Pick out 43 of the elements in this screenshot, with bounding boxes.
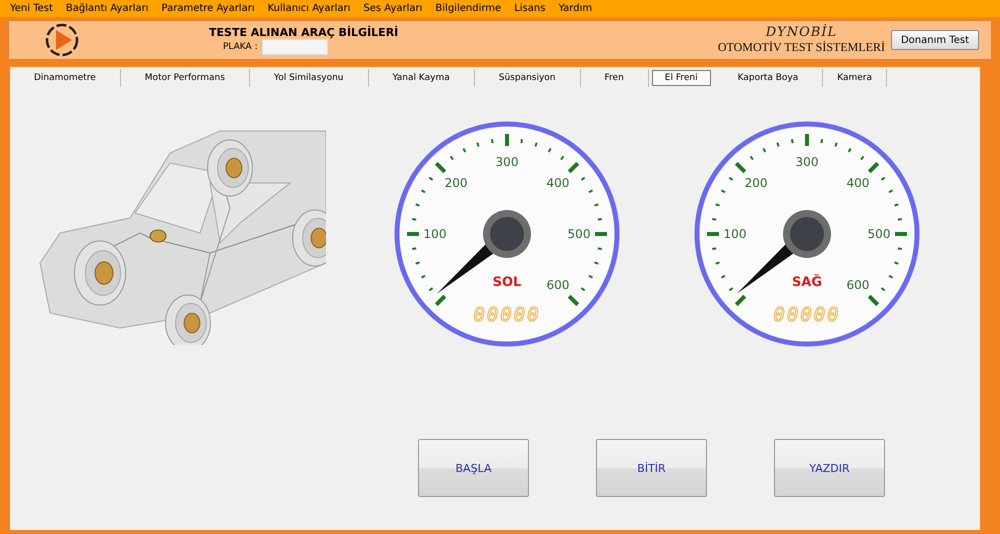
menu-item[interactable]: Yardım [558, 3, 592, 14]
tab[interactable]: Kamera [823, 69, 887, 87]
brand-subtitle: OTOMOTİV TEST SİSTEMLERİ [718, 40, 885, 55]
gauge-scale-label: 100 [724, 227, 746, 241]
gauge-side-label: SAĞ [792, 275, 822, 290]
action-button[interactable]: BİTİR [596, 439, 707, 497]
gauge-digital-display: 00000 [473, 304, 541, 326]
gauge-scale-label: 400 [546, 176, 570, 190]
gauge-scale-label: 100 [424, 227, 446, 241]
gauge-side-label: SOL [492, 275, 522, 290]
gauge-scale-label: 300 [796, 155, 818, 169]
action-button[interactable]: YAZDIR [774, 439, 885, 497]
gauge-scale-label: 500 [568, 227, 590, 241]
tab[interactable]: Fren [580, 69, 649, 87]
gauge-scale-label: 300 [496, 155, 518, 169]
gauge-scale-label: 400 [846, 176, 870, 190]
tab[interactable]: Dinamometre [10, 69, 121, 87]
plate-input[interactable] [262, 38, 328, 54]
vehicle-info-title: TESTE ALINAN ARAÇ BİLGİLERİ [209, 26, 398, 38]
menu-item[interactable]: Ses Ayarları [363, 3, 422, 14]
menu-item[interactable]: Parametre Ayarları [162, 3, 255, 14]
gauge-scale-label: 500 [868, 227, 890, 241]
menu-item[interactable]: Bağlantı Ayarları [66, 3, 148, 14]
plate-label: PLAKA : [223, 42, 258, 52]
gauge-scale-label: 200 [444, 176, 468, 190]
tab[interactable]: Motor Performans [120, 69, 250, 87]
tab[interactable]: Yanal Kayma [368, 69, 475, 87]
gauge-scale-label: 200 [744, 176, 768, 190]
action-button[interactable]: BAŞLA [418, 439, 529, 497]
gauge-scale-label: 600 [546, 278, 570, 292]
menu-item[interactable]: Lisans [514, 3, 546, 14]
tab[interactable]: Süspansiyon [474, 69, 581, 87]
gauge-scale-label: 600 [846, 278, 870, 292]
gauge-digital-display: 00000 [773, 304, 841, 326]
menu-item[interactable]: Kullanıcı Ayarları [268, 3, 350, 14]
hardware-test-button[interactable]: Donanım Test [890, 30, 979, 50]
tab[interactable]: Kaporta Boya [714, 69, 824, 87]
brand-name: DYNOBİL [766, 25, 838, 40]
menu-item[interactable]: Bilgilendirme [435, 3, 502, 14]
menu-item[interactable]: Yeni Test [10, 3, 53, 14]
play-icon [45, 23, 79, 57]
tab[interactable]: Yol Similasyonu [250, 69, 369, 87]
tab[interactable]: El Freni [652, 70, 711, 86]
